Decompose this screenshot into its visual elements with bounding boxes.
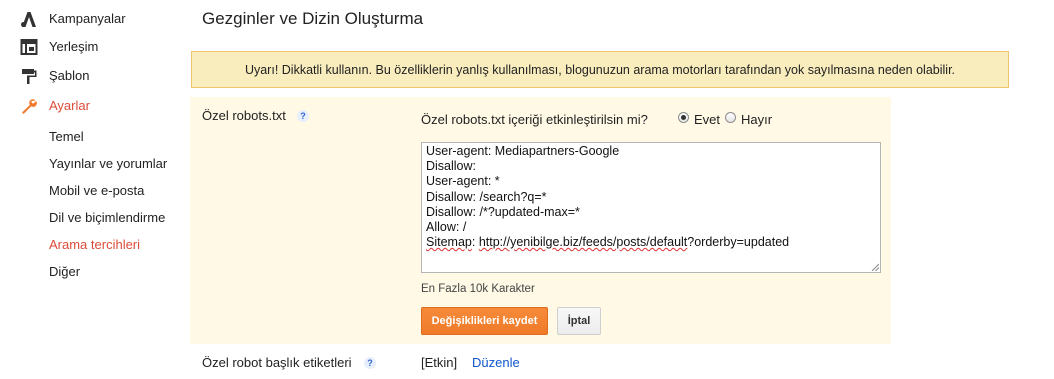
sidebar-subitem-posts-comments[interactable]: Yayınlar ve yorumlar — [49, 156, 167, 171]
wrench-icon — [22, 99, 37, 114]
page-title: Gezginler ve Dizin Oluşturma — [202, 9, 424, 28]
help-icon[interactable]: ? — [297, 110, 309, 122]
cancel-button[interactable]: İptal — [557, 307, 601, 335]
robots-enable-question: Özel robots.txt içeriği etkinleştirilsin… — [421, 112, 648, 127]
sitemap-query: ?orderby=updated — [687, 235, 790, 250]
radio-yes[interactable] — [678, 112, 689, 123]
sidebar-subitem-basic[interactable]: Temel — [49, 129, 84, 144]
adwords-icon — [21, 12, 36, 27]
sidebar: Kampanyalar Yerleşim Şablon Ayarlar Teme… — [0, 0, 185, 379]
character-limit-hint: En Fazla 10k Karakter — [421, 283, 535, 295]
warning-banner: Uyarı! Dikkatli kullanın. Bu özellikleri… — [191, 51, 1009, 88]
resize-grip-icon[interactable] — [871, 263, 879, 271]
sidebar-subitem-language-formatting[interactable]: Dil ve biçimlendirme — [49, 210, 165, 225]
sidebar-item-settings[interactable]: Ayarlar — [0, 93, 180, 119]
paint-roller-icon — [22, 69, 37, 84]
sidebar-item-label: Ayarlar — [49, 98, 90, 113]
sidebar-subitem-mobile-email[interactable]: Mobil ve e-posta — [49, 183, 144, 198]
robots-line: Disallow: — [426, 159, 477, 174]
sidebar-item-label: Kampanyalar — [49, 11, 126, 26]
robots-line: Allow: / — [426, 220, 467, 235]
save-button[interactable]: Değişiklikleri kaydet — [421, 307, 548, 335]
sitemap-separator: : — [471, 235, 479, 250]
radio-no[interactable] — [725, 112, 736, 123]
sidebar-item-label: Yerleşim — [49, 39, 99, 54]
edit-link[interactable]: Düzenle — [472, 355, 520, 370]
robots-textarea[interactable]: User-agent: Mediapartners-Google Disallo… — [421, 142, 881, 273]
robots-line: Disallow: /search?q=* — [426, 189, 547, 204]
layout-icon — [20, 39, 38, 55]
header-tags-label: Özel robot başlık etiketleri — [202, 355, 352, 370]
sidebar-item-layout[interactable]: Yerleşim — [0, 34, 180, 60]
sitemap-key: Sitemap — [426, 235, 472, 250]
robots-sitemap-line: Sitemap: http://yenibilge.biz/feeds/post… — [426, 235, 876, 250]
robots-label: Özel robots.txt — [202, 108, 286, 123]
radio-no-label[interactable]: Hayır — [741, 112, 772, 127]
help-icon[interactable]: ? — [364, 357, 376, 369]
robots-line: User-agent: Mediapartners-Google — [426, 144, 620, 158]
sidebar-item-label: Şablon — [49, 68, 90, 83]
sidebar-subitem-other[interactable]: Diğer — [49, 264, 80, 279]
robots-line: User-agent: * — [426, 174, 500, 189]
radio-yes-label[interactable]: Evet — [694, 112, 720, 127]
sidebar-item-template[interactable]: Şablon — [0, 63, 180, 89]
warning-text: Uyarı! Dikkatli kullanın. Bu özellikleri… — [244, 62, 956, 77]
header-tags-status: [Etkin] — [421, 355, 458, 370]
sidebar-subitem-search-preferences[interactable]: Arama tercihleri — [49, 237, 140, 252]
sidebar-item-campaigns[interactable]: Kampanyalar — [0, 6, 180, 32]
sitemap-url: http://yenibilge.biz/feeds/posts/default — [478, 235, 688, 250]
robots-line: Disallow: /*?updated-max=* — [426, 204, 580, 219]
